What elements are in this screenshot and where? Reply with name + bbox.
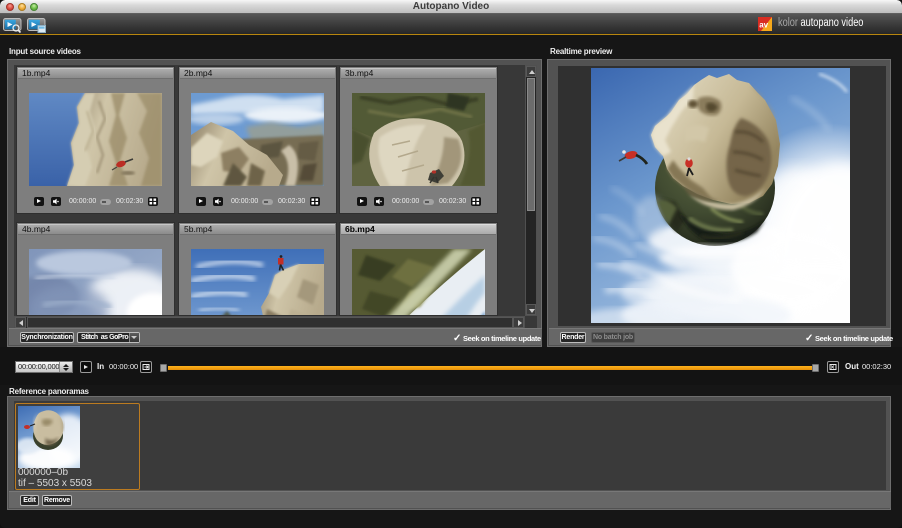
svg-text:av: av [759,21,768,30]
